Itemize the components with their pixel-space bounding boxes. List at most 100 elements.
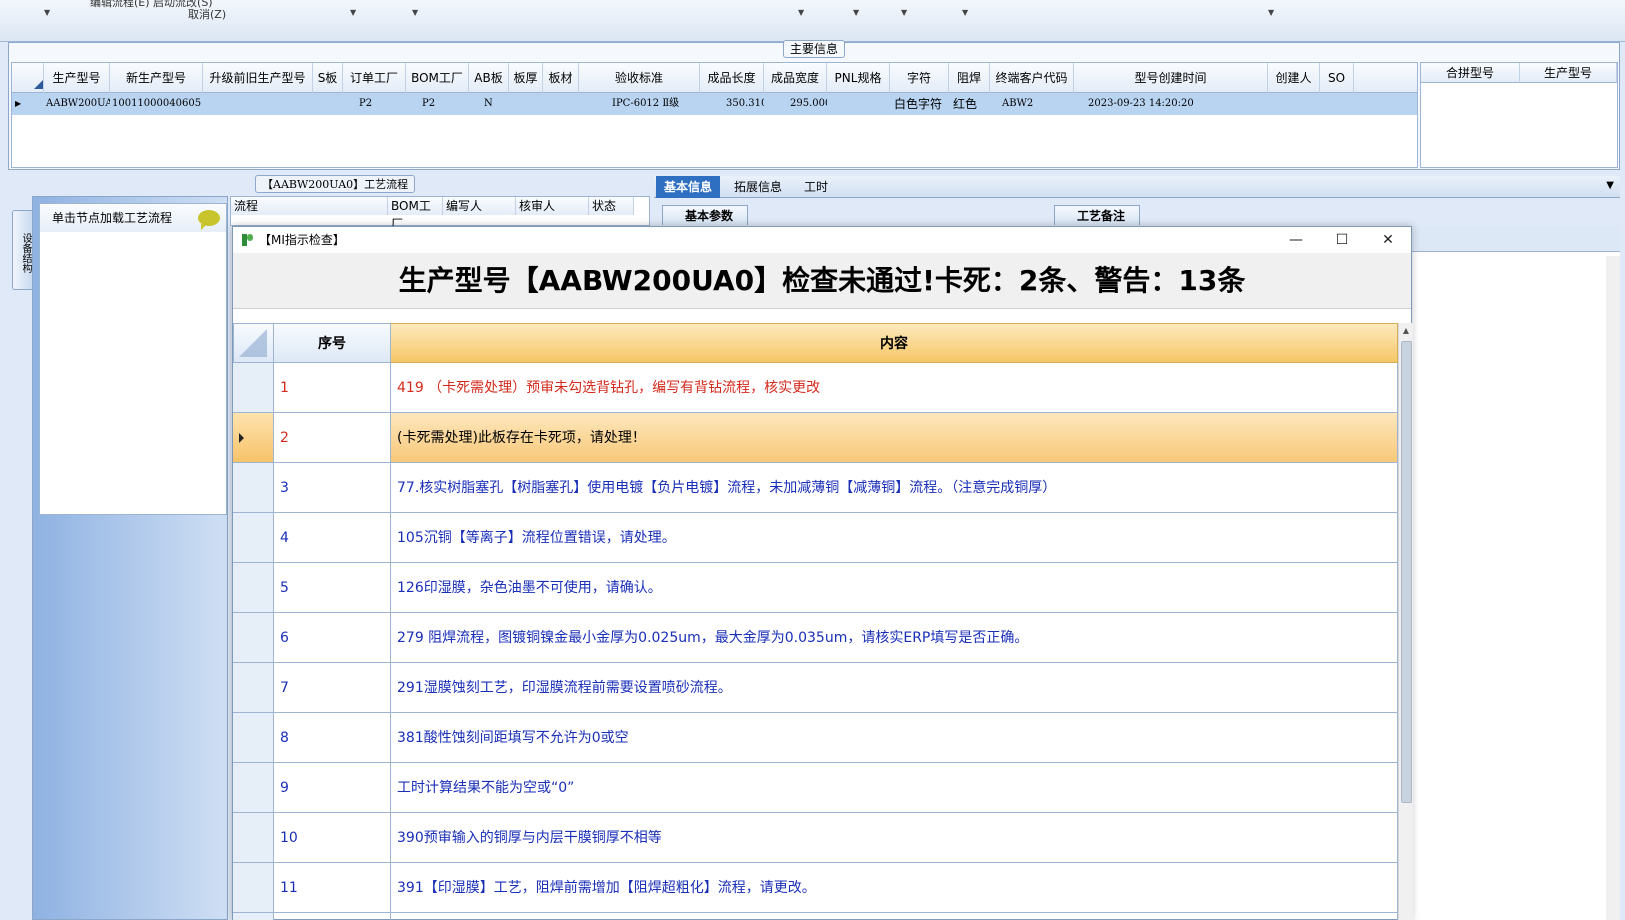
seq-cell[interactable]: 11	[274, 863, 391, 913]
seq-cell[interactable]: 3	[274, 463, 391, 513]
row-header[interactable]	[233, 413, 274, 463]
table-cell[interactable]: ABW2	[1000, 93, 1074, 115]
content-cell[interactable]	[391, 913, 1398, 920]
scroll-thumb[interactable]	[1401, 341, 1412, 803]
col-header[interactable]: 板厚	[509, 63, 543, 93]
table-row[interactable]: 3 77.核实树脂塞孔【树脂塞孔】使用电镀【负片电镀】流程，未加减薄铜【减薄铜】流…	[233, 463, 1398, 513]
col-header[interactable]: 编写人	[443, 197, 516, 215]
col-header[interactable]: PNL规格	[827, 63, 890, 93]
content-cell[interactable]: (卡死需处理)此板存在卡死项，请处理！	[391, 413, 1398, 463]
col-header[interactable]: 成品长度	[700, 63, 764, 93]
col-header[interactable]: 合拼型号	[1421, 63, 1520, 83]
seq-cell[interactable]: 7	[274, 663, 391, 713]
col-header[interactable]: 字符	[890, 63, 949, 93]
tab-extended-info[interactable]: 拓展信息	[726, 176, 790, 198]
chevron-down-icon[interactable]: ▼	[798, 8, 804, 17]
comment-bubble-icon[interactable]	[198, 210, 220, 230]
table-cell[interactable]	[1320, 93, 1354, 115]
content-cell[interactable]: 291湿膜蚀刻工艺，印湿膜流程前需要设置喷砂流程。	[391, 663, 1398, 713]
table-cell[interactable]	[203, 93, 313, 115]
content-cell[interactable]: 390预审输入的铜厚与内层干膜铜厚不相等	[391, 813, 1398, 863]
cancel-button[interactable]: 取消(Z)	[188, 6, 226, 22]
notes-scrollbar[interactable]	[1606, 256, 1620, 920]
table-row[interactable]: ▶ AABW200UA0 10011000040605 P2 P2 N IPC-…	[12, 93, 1417, 115]
row-header[interactable]	[233, 513, 274, 563]
col-header[interactable]: 生产型号	[44, 63, 110, 93]
col-header[interactable]: 核审人	[516, 197, 589, 215]
col-header[interactable]: BOM工厂	[388, 197, 443, 231]
table-cell[interactable]: P2	[420, 93, 469, 115]
table-row[interactable]: 9 工时计算结果不能为空或“0”	[233, 763, 1398, 813]
row-header[interactable]	[233, 463, 274, 513]
row-header[interactable]	[233, 713, 274, 763]
seq-cell[interactable]: 10	[274, 813, 391, 863]
col-header[interactable]: 新生产型号	[110, 63, 203, 93]
col-header[interactable]: S板	[313, 63, 343, 93]
chevron-down-icon[interactable]: ▼	[853, 8, 859, 17]
table-row[interactable]: 7 291湿膜蚀刻工艺，印湿膜流程前需要设置喷砂流程。	[233, 663, 1398, 713]
table-cell[interactable]	[827, 93, 890, 115]
row-header[interactable]	[233, 563, 274, 613]
table-cell[interactable]	[543, 93, 579, 115]
row-header[interactable]	[233, 813, 274, 863]
table-cell[interactable]	[313, 93, 343, 115]
seq-cell[interactable]: 2	[274, 413, 391, 463]
table-row[interactable]: 2 (卡死需处理)此板存在卡死项，请处理！	[233, 413, 1398, 463]
table-row[interactable]: 5 126印湿膜，杂色油墨不可使用，请确认。	[233, 563, 1398, 613]
scroll-up-icon[interactable]: ▲	[1399, 323, 1413, 338]
seq-cell[interactable]: 9	[274, 763, 391, 813]
seq-cell[interactable]: 1	[274, 363, 391, 413]
chevron-down-icon[interactable]: ▼	[350, 8, 356, 17]
table-row[interactable]: 6 279 阻焊流程，图镀铜镍金最小金厚为0.025um，最大金厚为0.035um…	[233, 613, 1398, 663]
chevron-down-icon[interactable]: ▼	[901, 8, 907, 17]
col-header[interactable]: AB板	[469, 63, 509, 93]
chevron-down-icon[interactable]: ▼	[44, 8, 50, 17]
table-cell[interactable]: 白色字符	[892, 93, 949, 115]
seq-cell[interactable]: 5	[274, 563, 391, 613]
tab-basic-info[interactable]: 基本信息	[656, 176, 721, 198]
basic-params-header[interactable]: 基本参数	[662, 205, 749, 225]
table-row[interactable]: 4 105沉铜【等离子】流程位置错误，请处理。	[233, 513, 1398, 563]
content-cell[interactable]: 77.核实树脂塞孔【树脂塞孔】使用电镀【负片电镀】流程，未加减薄铜【减薄铜】流程…	[391, 463, 1398, 513]
col-header[interactable]: 生产型号	[1520, 63, 1617, 83]
col-header-seq[interactable]: 序号	[274, 323, 391, 363]
table-row[interactable]: 11 391【印湿膜】工艺，阻焊前需增加【阻焊超粗化】流程，请更改。	[233, 863, 1398, 913]
table-cell[interactable]: 红色	[951, 93, 990, 115]
row-header[interactable]	[233, 863, 274, 913]
content-cell[interactable]: 381酸性蚀刻间距填写不允许为0或空	[391, 713, 1398, 763]
table-cell[interactable]: N	[482, 93, 509, 115]
tab-work-hours[interactable]: 工时	[796, 176, 836, 198]
col-header[interactable]: BOM工厂	[406, 63, 469, 93]
table-cell[interactable]: 2023-09-23 14:20:20	[1086, 93, 1268, 115]
col-header[interactable]: 升级前旧生产型号	[203, 63, 313, 93]
table-row[interactable]: 1 419 （卡死需处理）预审未勾选背钻孔，编写有背钻流程，核实更改	[233, 363, 1398, 413]
col-header[interactable]: SO	[1320, 63, 1354, 93]
row-header[interactable]	[233, 663, 274, 713]
col-header[interactable]: 流程	[231, 197, 388, 215]
vertical-tab-equipment[interactable]: 设备结构	[12, 210, 34, 290]
seq-cell[interactable]: 6	[274, 613, 391, 663]
col-header[interactable]: 板材	[543, 63, 579, 93]
chevron-down-icon[interactable]: ▼	[1268, 8, 1274, 17]
table-cell[interactable]: IPC-6012 Ⅱ级	[610, 93, 700, 115]
content-cell[interactable]: 419 （卡死需处理）预审未勾选背钻孔，编写有背钻流程，核实更改	[391, 363, 1398, 413]
process-notes-header[interactable]: 工艺备注	[1054, 205, 1141, 225]
table-row[interactable]	[233, 913, 1398, 920]
dialog-scrollbar[interactable]: ▲	[1398, 323, 1413, 920]
table-cell[interactable]: 10011000040605	[110, 93, 203, 115]
table-row[interactable]: 10 390预审输入的铜厚与内层干膜铜厚不相等	[233, 813, 1398, 863]
col-header[interactable]: 终端客户代码	[990, 63, 1074, 93]
dialog-titlebar[interactable]: 【MI指示检查】 — ☐ ✕	[233, 227, 1411, 253]
table-cell[interactable]	[1268, 93, 1320, 115]
col-header[interactable]: 型号创建时间	[1074, 63, 1268, 93]
grid-corner[interactable]	[12, 63, 44, 93]
col-header[interactable]: 成品宽度	[764, 63, 827, 93]
seq-cell[interactable]	[274, 913, 391, 920]
col-header-content[interactable]: 内容	[391, 323, 1398, 363]
content-cell[interactable]: 126印湿膜，杂色油墨不可使用，请确认。	[391, 563, 1398, 613]
row-header[interactable]	[233, 763, 274, 813]
table-cell[interactable]: 350.310	[724, 93, 764, 115]
content-cell[interactable]: 105沉铜【等离子】流程位置错误，请处理。	[391, 513, 1398, 563]
chevron-down-icon[interactable]: ▼	[1606, 180, 1614, 191]
table-cell[interactable]: AABW200UA0	[44, 93, 110, 115]
